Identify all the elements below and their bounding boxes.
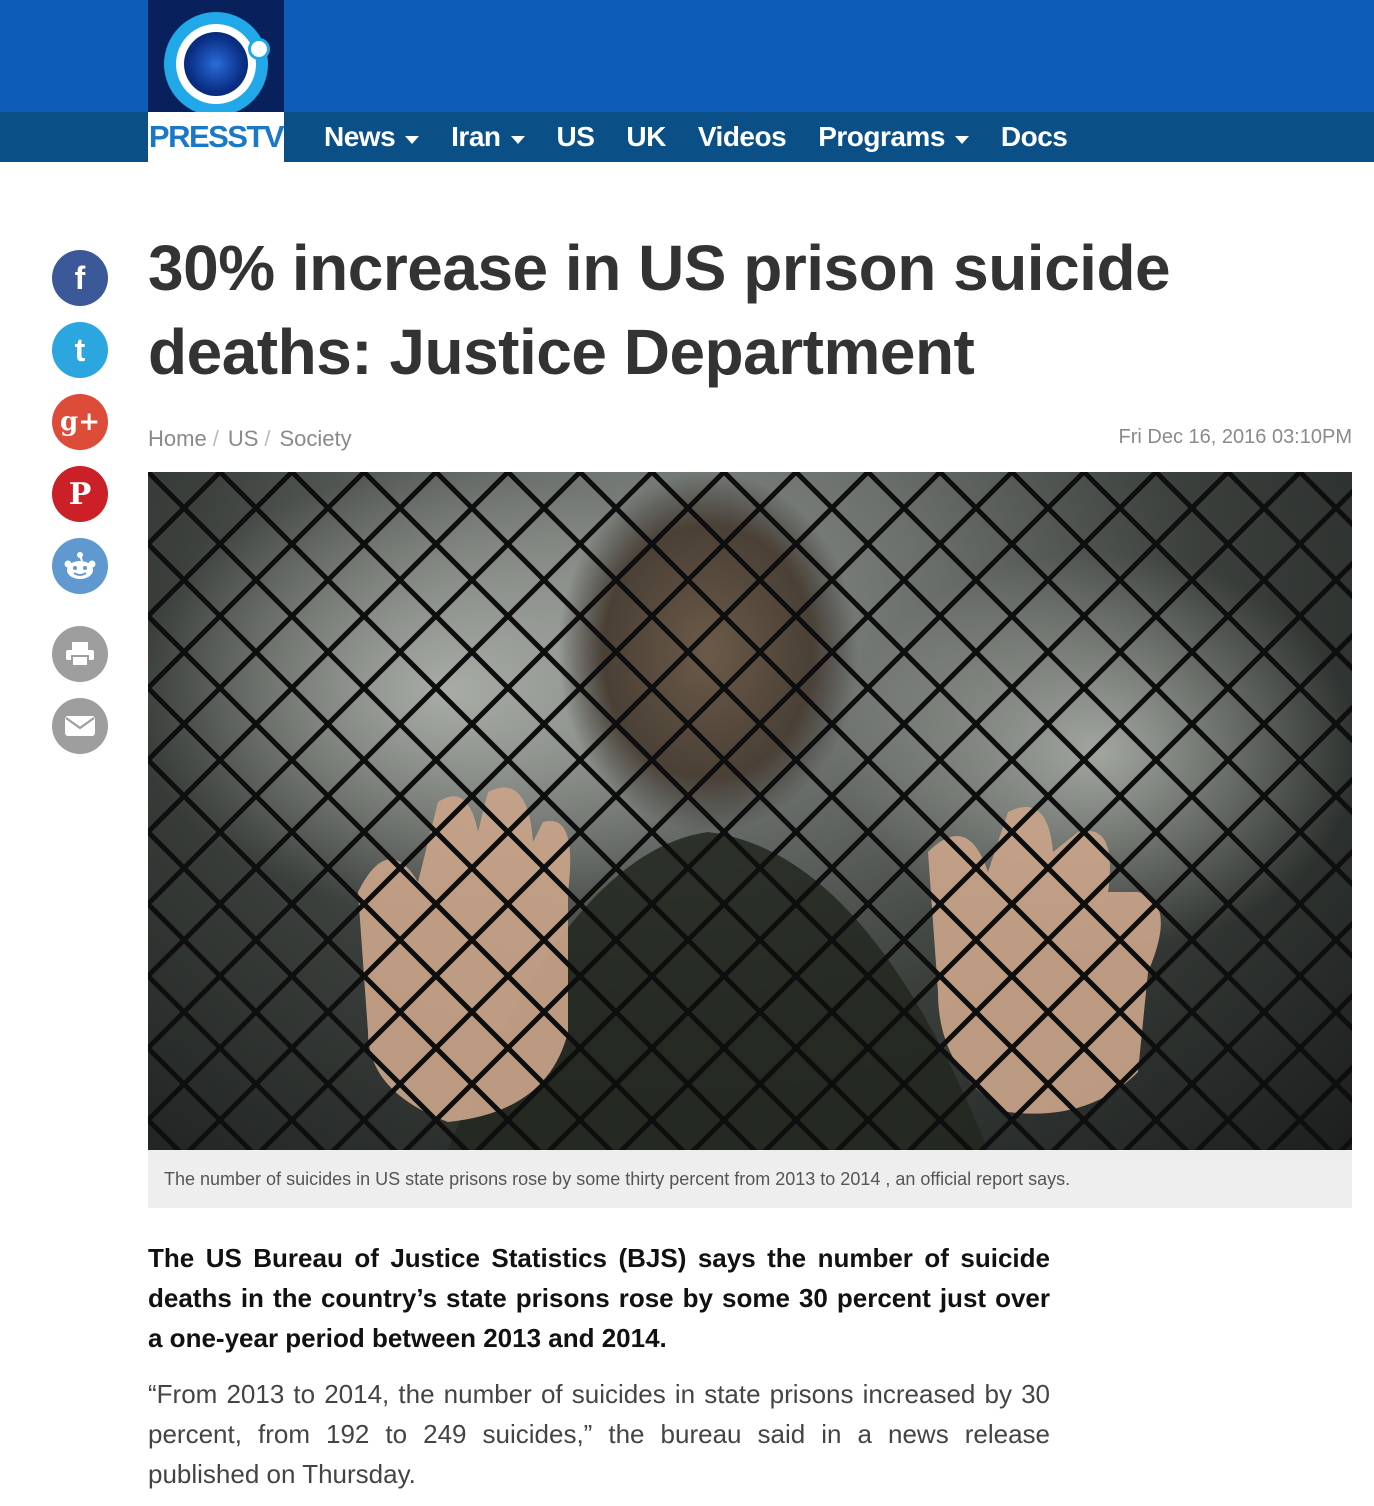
pinterest-icon: P [68, 476, 92, 512]
nav-item-label: Docs [1000, 121, 1068, 152]
nav-item-label: Videos [697, 121, 787, 152]
article-title: 30% increase in US prison suicide deaths… [148, 232, 1171, 388]
article-date: Fri Dec 16, 2016 03:10PM [1118, 426, 1352, 448]
breadcrumb-society[interactable]: Society [280, 426, 352, 452]
nav-item-us[interactable]: US [541, 121, 611, 153]
article-lead: The US Bureau of Justice Statistics (BJS… [148, 1243, 1050, 1353]
facebook-share-button[interactable]: f [52, 250, 108, 306]
chevron-down-icon [405, 136, 420, 144]
site-header: PRESSTV News Iran US UK Videos Programs … [0, 0, 1374, 162]
breadcrumb-separator: / [212, 426, 219, 451]
article-paragraph: “From 2013 to 2014, the number of suicid… [148, 1379, 1050, 1489]
chevron-down-icon [954, 136, 969, 144]
nav-item-label: Programs [818, 121, 945, 152]
facebook-icon: f [74, 259, 86, 296]
twitter-icon: t [74, 331, 86, 368]
logo-wordmark: PRESSTV [148, 112, 285, 162]
main-nav: News Iran US UK Videos Programs Docs [308, 112, 1083, 162]
nav-item-docs[interactable]: Docs [985, 121, 1083, 153]
print-button[interactable] [52, 626, 108, 682]
reddit-share-button[interactable] [52, 538, 108, 594]
email-icon [65, 716, 95, 736]
site-logo[interactable]: PRESSTV [148, 0, 285, 162]
image-caption: The number of suicides in US state priso… [148, 1150, 1352, 1208]
breadcrumb-separator: / [264, 426, 271, 451]
nav-item-label: News [324, 121, 396, 152]
email-share-button[interactable] [52, 698, 108, 754]
google-plus-icon: g+ [60, 407, 100, 437]
breadcrumb: Home / US / Society [148, 426, 352, 452]
nav-item-label: Iran [451, 121, 501, 152]
nav-item-uk[interactable]: UK [610, 121, 681, 153]
article-image [148, 472, 1352, 1150]
reddit-icon [64, 552, 96, 579]
nav-item-news[interactable]: News [308, 121, 435, 153]
print-icon [66, 642, 94, 667]
nav-item-videos[interactable]: Videos [682, 121, 802, 153]
nav-item-iran[interactable]: Iran [435, 121, 540, 153]
twitter-share-button[interactable]: t [52, 322, 108, 378]
nav-item-programs[interactable]: Programs [802, 121, 985, 153]
nav-item-label: UK [626, 121, 666, 152]
pinterest-share-button[interactable]: P [52, 466, 108, 522]
breadcrumb-us[interactable]: US [228, 426, 259, 452]
google-plus-share-button[interactable]: g+ [52, 394, 108, 450]
logo-emblem-icon [164, 12, 270, 116]
chevron-down-icon [510, 136, 525, 144]
nav-item-label: US [556, 121, 595, 152]
breadcrumb-home[interactable]: Home [148, 426, 207, 452]
